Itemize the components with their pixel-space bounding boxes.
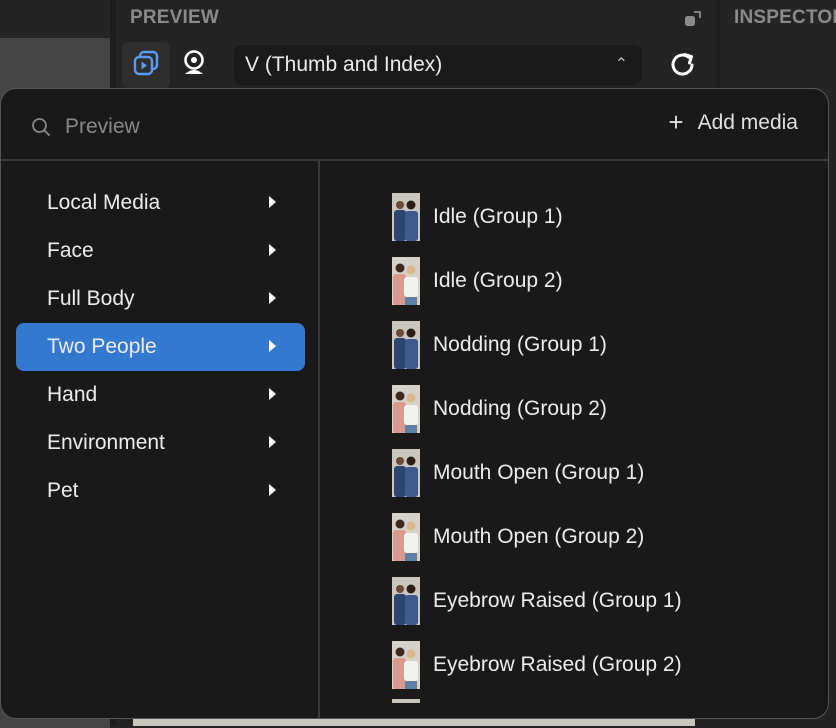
media-item[interactable]: Nodding (Group 1) bbox=[392, 313, 822, 377]
media-item[interactable]: Nodding (Group 2) bbox=[392, 377, 822, 441]
media-item-label: Idle (Group 2) bbox=[433, 269, 563, 292]
search-input[interactable] bbox=[63, 109, 367, 145]
media-source-button[interactable] bbox=[122, 42, 170, 88]
chevron-right-icon bbox=[269, 244, 276, 256]
preview-canvas bbox=[133, 718, 695, 726]
category-item-environment[interactable]: Environment bbox=[16, 419, 305, 467]
media-item-label: Mouth Open (Group 2) bbox=[433, 525, 645, 548]
category-label: Pet bbox=[47, 479, 79, 502]
category-label: Face bbox=[47, 239, 94, 262]
category-label: Two People bbox=[47, 335, 157, 358]
media-item[interactable]: Mouth Open (Group 1) bbox=[392, 441, 822, 505]
media-item-label: Eyebrow Raised (Group 2) bbox=[433, 653, 682, 676]
media-list: Idle (Group 1) Idle (Group 2) Nodding (Gro… bbox=[392, 185, 822, 697]
category-label: Local Media bbox=[47, 191, 161, 214]
chevron-right-icon bbox=[269, 484, 276, 496]
media-thumbnail bbox=[392, 513, 420, 561]
preview-source-dropdown[interactable]: V (Thumb and Index) ⌃ bbox=[234, 45, 642, 85]
chevron-right-icon bbox=[269, 292, 276, 304]
media-thumbnail bbox=[392, 193, 420, 241]
media-thumbnail bbox=[392, 641, 420, 689]
media-item-label: Idle (Group 1) bbox=[433, 205, 563, 228]
media-picker-popup: + Add media Local Media Face Full Body Two … bbox=[0, 88, 829, 719]
left-panel-header bbox=[0, 0, 110, 38]
media-item-label: Mouth Open (Group 1) bbox=[433, 461, 645, 484]
media-item[interactable]: Eyebrow Raised (Group 1) bbox=[392, 569, 822, 633]
media-stack-icon bbox=[132, 49, 160, 82]
media-thumbnail bbox=[392, 699, 420, 703]
inspector-panel-title: INSPECTOR bbox=[734, 7, 836, 28]
media-item[interactable]: Mouth Open (Group 2) bbox=[392, 505, 822, 569]
media-item[interactable]: Eyebrow Raised (Group 2) bbox=[392, 633, 822, 697]
chevron-up-icon: ⌃ bbox=[614, 56, 628, 73]
media-item[interactable]: Idle (Group 1) bbox=[392, 185, 822, 249]
media-thumbnail bbox=[392, 385, 420, 433]
add-media-button[interactable]: + Add media bbox=[668, 107, 798, 137]
media-thumbnail bbox=[392, 577, 420, 625]
chevron-right-icon bbox=[269, 436, 276, 448]
media-item-label: Eyebrow Raised (Group 1) bbox=[433, 589, 682, 612]
media-thumbnail bbox=[392, 321, 420, 369]
category-item-hand[interactable]: Hand bbox=[16, 371, 305, 419]
chevron-right-icon bbox=[269, 340, 276, 352]
search-icon bbox=[31, 117, 51, 137]
category-list: Local Media Face Full Body Two People Hand En… bbox=[16, 179, 305, 515]
category-label: Hand bbox=[47, 383, 98, 406]
media-item[interactable]: Idle (Group 2) bbox=[392, 249, 822, 313]
media-thumbnail bbox=[392, 257, 420, 305]
category-item-face[interactable]: Face bbox=[16, 227, 305, 275]
category-item-two-people[interactable]: Two People bbox=[16, 323, 305, 371]
search-row: + Add media bbox=[1, 89, 828, 161]
category-label: Full Body bbox=[47, 287, 135, 310]
media-thumbnail bbox=[392, 449, 420, 497]
chevron-right-icon bbox=[269, 388, 276, 400]
popout-icon[interactable] bbox=[684, 10, 702, 28]
dropdown-selected-value: V (Thumb and Index) bbox=[245, 53, 443, 76]
media-item-label: Nodding (Group 1) bbox=[433, 333, 607, 356]
webcam-button[interactable] bbox=[170, 42, 218, 88]
category-item-local-media[interactable]: Local Media bbox=[16, 179, 305, 227]
column-divider bbox=[318, 161, 320, 718]
refresh-button[interactable] bbox=[664, 48, 702, 86]
category-item-pet[interactable]: Pet bbox=[16, 467, 305, 515]
category-item-full-body[interactable]: Full Body bbox=[16, 275, 305, 323]
add-media-label: Add media bbox=[697, 111, 798, 134]
category-label: Environment bbox=[47, 431, 165, 454]
webcam-icon bbox=[180, 49, 208, 82]
plus-icon: + bbox=[668, 107, 684, 137]
refresh-icon bbox=[668, 50, 698, 85]
media-item-label: Nodding (Group 2) bbox=[433, 397, 607, 420]
chevron-right-icon bbox=[269, 196, 276, 208]
preview-panel-title: PREVIEW bbox=[130, 7, 220, 28]
